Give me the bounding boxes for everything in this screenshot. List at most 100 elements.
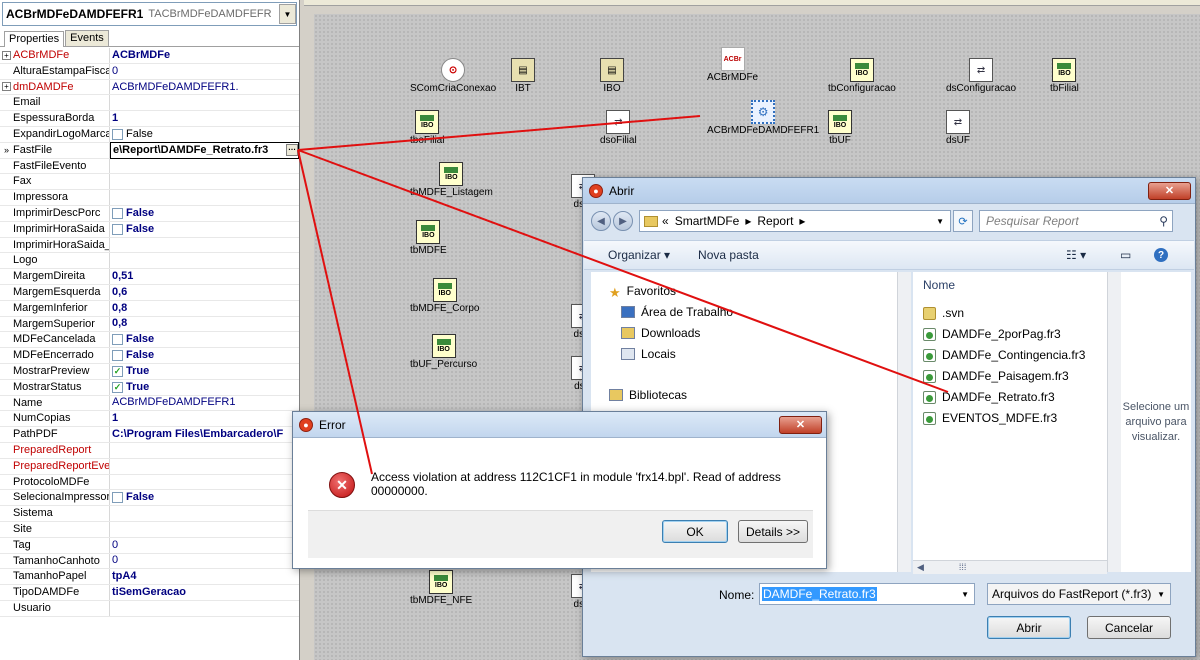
breadcrumb-item-smartmdfe[interactable]: SmartMDFe [675, 214, 740, 228]
designer-component[interactable]: ⊙ SComCriaConexao [410, 58, 496, 94]
property-row[interactable]: TamanhoPapel tpA4 [0, 569, 299, 586]
property-row[interactable]: ExpandirLogoMarca False [0, 126, 299, 143]
expand-icon[interactable]: + [0, 80, 13, 95]
help-icon[interactable]: ? [1154, 248, 1168, 262]
property-value[interactable]: False [110, 490, 299, 505]
property-row[interactable]: MostrarPreview ✓ True [0, 363, 299, 380]
property-value[interactable]: False [110, 348, 299, 363]
property-value[interactable]: C:\Program Files\Embarcadero\F [110, 427, 299, 442]
property-row[interactable]: AlturaEstampaFiscal 0 [0, 63, 299, 80]
property-value[interactable]: ✓ True [110, 364, 299, 379]
designer-component[interactable]: IBO tbUF [828, 110, 852, 146]
ellipsis-button[interactable]: … [286, 144, 298, 157]
designer-component[interactable]: ACBr ACBrMDFe [707, 47, 758, 83]
file-item[interactable]: DAMDFe_Paisagem.fr3 [923, 369, 1069, 383]
view-options-icon[interactable]: ☷ ▾ [1066, 248, 1086, 262]
organize-button[interactable]: Organizar ▾ [608, 248, 670, 262]
designer-component[interactable]: ⇄ dsUF [946, 110, 970, 146]
property-row[interactable]: ImprimirHoraSaida_h [0, 237, 299, 254]
property-value[interactable]: ✓ True [110, 380, 299, 395]
property-row[interactable]: Email [0, 95, 299, 112]
file-item[interactable]: DAMDFe_Contingencia.fr3 [923, 348, 1085, 362]
filename-field[interactable]: DAMDFe_Retrato.fr3 ▼ [759, 583, 975, 605]
chevron-down-icon[interactable]: ▼ [1157, 590, 1165, 599]
tab-properties[interactable]: Properties [4, 31, 65, 47]
designer-component[interactable]: IBO tbUF_Percurso [410, 334, 477, 370]
designer-component[interactable]: ⇄ dsoFilial [600, 110, 637, 146]
designer-component[interactable]: IBO tbMDFE_Corpo [410, 278, 479, 314]
designer-component[interactable]: IBO tbMDFE_NFE [410, 570, 472, 606]
property-value[interactable]: False [110, 332, 299, 347]
property-row[interactable]: Logo [0, 253, 299, 270]
property-value[interactable]: 0,8 [110, 316, 299, 331]
chevron-down-icon[interactable]: ▼ [961, 590, 969, 599]
chevron-down-icon[interactable]: ▼ [936, 217, 944, 226]
column-header-name[interactable]: Nome [923, 278, 955, 292]
property-row[interactable]: TipoDAMDFe tiSemGeracao [0, 585, 299, 601]
property-row[interactable]: Fax [0, 174, 299, 191]
back-arrow-icon[interactable]: ◀ [591, 211, 611, 231]
file-list-scrollbar[interactable] [1107, 272, 1121, 572]
property-value[interactable]: 0 [110, 538, 299, 553]
property-row[interactable]: SelecionaImpressora False [0, 490, 299, 507]
close-icon[interactable]: ✕ [1148, 181, 1191, 200]
expand-icon[interactable]: + [0, 48, 13, 63]
property-value[interactable]: 1 [110, 111, 299, 126]
cancel-button[interactable]: Cancelar [1087, 616, 1171, 639]
property-value[interactable]: 0 [110, 553, 299, 568]
property-row[interactable]: FastFileEvento [0, 158, 299, 175]
chevron-down-icon[interactable]: ▼ [279, 4, 296, 24]
preview-pane-icon[interactable]: ▭ [1120, 248, 1131, 262]
property-value[interactable]: 0,8 [110, 301, 299, 316]
property-row[interactable]: PathPDF C:\Program Files\Embarcadero\F [0, 427, 299, 443]
property-row[interactable]: Site [0, 521, 299, 538]
property-row[interactable]: MDFeEncerrado False [0, 348, 299, 364]
property-row[interactable]: PreparedReportEvento [0, 458, 299, 475]
property-row[interactable]: + dmDAMDFe ACBrMDFeDAMDFEFR1. [0, 79, 299, 96]
tab-events[interactable]: Events [65, 30, 109, 46]
property-row[interactable]: TamanhoCanhoto 0 [0, 553, 299, 570]
component-selector[interactable]: ACBrMDFeDAMDFEFR1 TACBrMDFeDAMDFEFR ▼ [2, 2, 297, 26]
property-value[interactable]: 1 [110, 411, 299, 426]
file-type-filter[interactable]: Arquivos do FastReport (*.fr3) ▼ [987, 583, 1171, 605]
nav-item-favorites[interactable]: ★ Favoritos [609, 284, 676, 300]
property-value[interactable]: ACBrMDFeDAMDFEFR1. [110, 80, 299, 95]
property-value[interactable]: 0,6 [110, 285, 299, 300]
designer-component[interactable]: ⇄ dsConfiguracao [946, 58, 1016, 94]
checkbox[interactable] [112, 207, 123, 219]
nav-scrollbar[interactable] [897, 272, 911, 572]
property-row[interactable]: Sistema [0, 506, 299, 522]
designer-component[interactable]: ⚙ ACBrMDFeDAMDFEFR1 [707, 100, 819, 136]
property-row[interactable]: Tag 0 [0, 537, 299, 554]
property-row[interactable]: ImprimirHoraSaida False [0, 221, 299, 238]
file-item[interactable]: EVENTOS_MDFE.fr3 [923, 411, 1057, 425]
file-item[interactable]: DAMDFe_2porPag.fr3 [923, 327, 1061, 341]
new-folder-button[interactable]: Nova pasta [698, 248, 759, 262]
property-row[interactable]: Impressora [0, 190, 299, 206]
property-row[interactable]: NumCopias 1 [0, 411, 299, 428]
property-row[interactable]: ImprimirDescPorc False [0, 205, 299, 222]
nav-item-places[interactable]: Locais [621, 347, 676, 361]
property-row[interactable]: Usuario [0, 600, 299, 617]
checkbox[interactable]: ✓ [112, 365, 123, 377]
designer-component[interactable]: ▤ IBO [600, 58, 624, 94]
property-row[interactable]: Name ACBrMDFeDAMDFEFR1 [0, 395, 299, 412]
nav-item-desktop[interactable]: Área de Trabalho [621, 305, 733, 319]
forward-arrow-icon[interactable]: ▶ [613, 211, 633, 231]
property-value[interactable]: ACBrMDFeDAMDFEFR1 [110, 395, 299, 410]
search-input[interactable]: Pesquisar Report ⚲ [979, 210, 1173, 232]
property-row[interactable]: EspessuraBorda 1 [0, 111, 299, 127]
property-value[interactable]: False [110, 222, 299, 237]
property-row[interactable]: MargemEsquerda 0,6 [0, 284, 299, 301]
breadcrumb-root[interactable]: « [662, 214, 669, 228]
property-row[interactable]: MargemSuperior 0,8 [0, 316, 299, 333]
designer-component[interactable]: ▤ IBT [511, 58, 535, 94]
property-value[interactable]: e\Report\DAMDFe_Retrato.fr3… [110, 141, 299, 159]
checkbox[interactable] [112, 128, 123, 140]
breadcrumb-item-report[interactable]: Report [757, 214, 793, 228]
nav-item-libraries[interactable]: Bibliotecas [609, 388, 687, 402]
property-row[interactable]: » FastFile e\Report\DAMDFe_Retrato.fr3… [0, 141, 299, 159]
property-row[interactable]: MargemInferior 0,8 [0, 300, 299, 317]
property-value[interactable]: 0 [110, 64, 299, 79]
property-row[interactable]: MargemDireita 0,51 [0, 269, 299, 285]
